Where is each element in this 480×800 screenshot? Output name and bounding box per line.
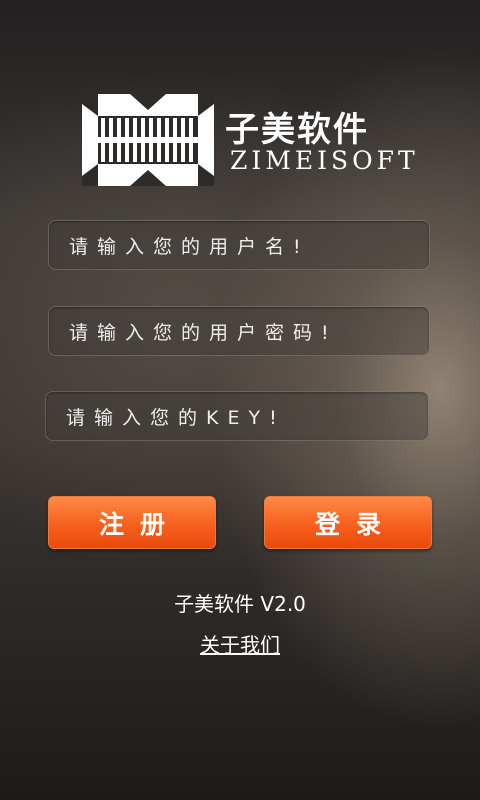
- password-input[interactable]: 请输入您的用户密码!: [48, 306, 430, 356]
- brand-subtitle: ZIMEISOFT: [230, 146, 419, 175]
- username-placeholder: 请输入您的用户名!: [69, 235, 310, 258]
- login-button[interactable]: 登录: [264, 496, 432, 549]
- register-button[interactable]: 注册: [48, 496, 216, 549]
- brand-name: 子美软件: [225, 110, 369, 150]
- app-version: 子美软件 V2.0: [174, 592, 306, 616]
- password-placeholder: 请输入您的用户密码!: [69, 321, 338, 344]
- key-input[interactable]: 请输入您的KEY!: [45, 391, 429, 441]
- about-us-link[interactable]: 关于我们: [0, 629, 480, 658]
- zimeisoft-logo-icon: [82, 94, 214, 186]
- key-placeholder: 请输入您的KEY!: [66, 406, 286, 429]
- app-logo: 子美软件 ZIMEISOFT: [80, 92, 420, 188]
- username-input[interactable]: 请输入您的用户名!: [48, 220, 430, 270]
